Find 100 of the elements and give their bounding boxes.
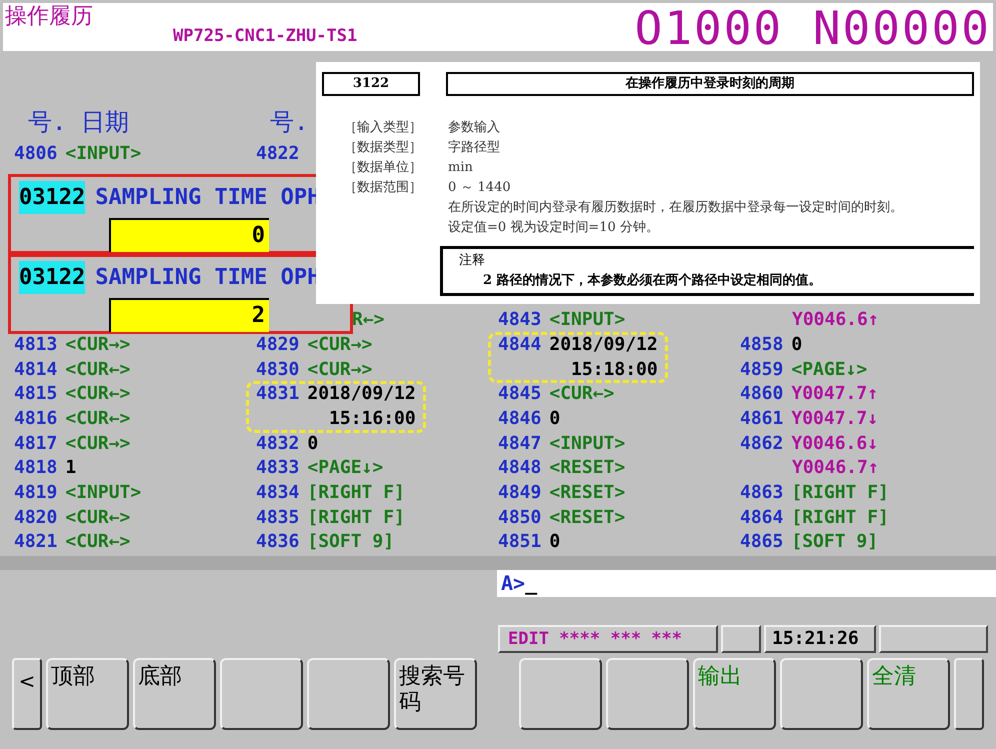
entry-value: Y0046.6↓ (791, 432, 878, 454)
entry-number: 4843 (498, 309, 542, 330)
machine-name: WP725-CNC1-ZHU-TS1 (173, 24, 358, 48)
softkey[interactable] (606, 658, 689, 730)
entry-number: 4835 (256, 506, 300, 528)
entry-number: 4850 (498, 506, 542, 528)
entry-number: 4859 (740, 358, 784, 380)
entry-value: <CUR→> (65, 432, 130, 454)
entry-value: <PAGE↓> (791, 358, 868, 380)
field-value: 字路径型 (448, 139, 501, 157)
entry-value: [RIGHT F] (307, 482, 405, 503)
entry-number: 4846 (498, 408, 542, 429)
softkey[interactable]: 搜索号码 (394, 658, 477, 730)
entry-value: <CUR←> (65, 506, 130, 528)
parameter-number: 03122 (19, 261, 86, 294)
softkey[interactable] (519, 658, 602, 730)
entry-number: 4860 (740, 383, 784, 404)
entry-number: 4822 (256, 143, 300, 164)
status-cell (721, 625, 761, 653)
field-value: 0 ～ 1440 (448, 179, 512, 197)
entry-value: <CUR←> (549, 383, 614, 404)
mode-status: EDIT **** *** *** (498, 625, 718, 653)
entry-number: 4820 (14, 506, 58, 528)
entry-number: 4845 (498, 383, 542, 404)
field-label: ［输入类型］ (344, 119, 423, 137)
parameter-number: 3122 (322, 72, 420, 96)
field-label: ［数据范围］ (344, 179, 423, 197)
screen-title: 操作履历 (5, 3, 93, 31)
parameter-value-field[interactable]: 0 (109, 218, 269, 252)
clock: 15:21:26 (764, 625, 876, 653)
field-value: min (448, 159, 474, 177)
entry-number: 4829 (256, 334, 300, 355)
entry-value: <INPUT> (549, 432, 626, 454)
entry-number: 4851 (498, 531, 542, 552)
entry-number: 4858 (740, 334, 784, 355)
description-text: 设定值=0 视为设定时间=10 分钟。 (448, 219, 660, 237)
entry-number: 4834 (256, 482, 300, 503)
entry-value: [SOFT 9] (307, 531, 394, 552)
entry-value: 0 (307, 432, 318, 454)
entry-number: 4815 (14, 383, 58, 404)
entry-value: <CUR→> (65, 334, 130, 355)
entry-number: 4806 (14, 143, 58, 164)
entry-time: 15:18:00 (571, 358, 658, 380)
parameter-number: 03122 (19, 181, 86, 214)
entry-value: Y0046.6↑ (792, 309, 879, 330)
entry-number: 4819 (14, 482, 58, 503)
entry-value: <RESET> (549, 457, 626, 478)
entry-value: <RESET> (549, 482, 626, 503)
entry-value: <INPUT> (65, 143, 142, 164)
entry-time: 15:16:00 (329, 408, 416, 429)
entry-number: 4848 (498, 457, 542, 478)
entry-number: 4832 (256, 432, 300, 454)
entry-value: <INPUT> (549, 309, 626, 330)
softkey[interactable] (780, 658, 863, 730)
entry-value: <INPUT> (65, 482, 142, 503)
softkey[interactable] (220, 658, 303, 730)
entry-number: 4865 (740, 531, 784, 552)
entry-number: 4849 (498, 482, 542, 503)
parameter-value-field[interactable]: 2 (109, 298, 269, 332)
entry-value: <PAGE↓> (307, 457, 384, 478)
entry-number: 4844 (498, 334, 542, 355)
softkey[interactable]: 底部 (133, 658, 216, 730)
field-label: ［数据单位］ (344, 159, 423, 177)
entry-value: <RESET> (549, 506, 626, 528)
entry-value: 0 (549, 408, 560, 429)
note-title: 注释 (459, 252, 485, 270)
column-heading: 号. (269, 107, 308, 138)
parameter-title: 在操作履历中登录时刻的周期 (446, 72, 974, 96)
entry-number: 4813 (14, 334, 58, 355)
entry-date: 2018/09/12 (307, 383, 416, 404)
entry-value: <CUR←> (65, 358, 130, 380)
field-value: 参数输入 (448, 119, 501, 137)
entry-number: 4861 (740, 408, 784, 429)
entry-value: Y0047.7↓ (791, 408, 878, 429)
program-number: O1000 N00000 (634, 3, 991, 53)
entry-value: <CUR←> (65, 383, 130, 404)
entry-number: 4817 (14, 432, 58, 454)
entry-value: Y0047.7↑ (791, 383, 878, 404)
column-heading: 号. 日期 (27, 107, 129, 138)
note-text: 2 路径的情况下，本参数必须在两个路径中设定相同的值。 (482, 272, 822, 290)
entry-value: [SOFT 9] (791, 531, 878, 552)
entry-value: <CUR←> (65, 408, 130, 429)
entry-value: 0 (549, 531, 560, 552)
entry-number: 4821 (14, 531, 58, 552)
softkey[interactable] (307, 658, 390, 730)
entry-number: 4863 (740, 482, 784, 503)
description-text: 在所设定的时间内登录有履历数据时，在履历数据中登录每一设定时间的时刻。 (448, 199, 904, 217)
entry-value: 1 (65, 457, 76, 478)
entry-number: 4814 (14, 358, 58, 380)
entry-value: [RIGHT F] (791, 506, 889, 528)
entry-number: 4818 (14, 457, 58, 478)
entry-number: 4847 (498, 432, 542, 454)
softkey[interactable]: 顶部 (46, 658, 129, 730)
entry-number: 4862 (740, 432, 784, 454)
entry-value: <CUR→> (307, 334, 372, 355)
field-label: ［数据类型］ (344, 139, 423, 157)
entry-value: 0 (791, 334, 802, 355)
entry-value: [RIGHT F] (791, 482, 889, 503)
input-field[interactable]: A>_ (497, 570, 996, 597)
entry-number: 4836 (256, 531, 300, 552)
